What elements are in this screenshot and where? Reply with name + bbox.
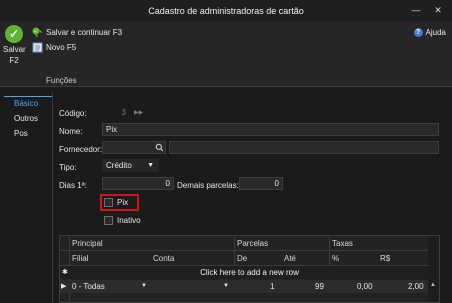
- table-row[interactable]: ▶ 0 - Todas ▼ ▼ 1 99 0,00 2,00: [60, 280, 439, 293]
- pix-checkbox-label: Pix: [117, 198, 129, 207]
- codigo-next-icon: ▶▶: [134, 110, 144, 116]
- ribbon-group-label: Funções: [46, 76, 77, 85]
- column-header-conta[interactable]: Conta: [153, 254, 174, 263]
- add-new-row-label: Click here to add a new row: [200, 268, 299, 277]
- group-header-taxas: Taxas: [332, 239, 353, 248]
- inativo-checkbox-label: Inativo: [117, 216, 141, 225]
- save-continue-label: Salvar e continuar F3: [46, 28, 123, 37]
- nav-item-outros[interactable]: Outros: [14, 114, 38, 123]
- pix-checkbox[interactable]: Pix: [104, 198, 128, 207]
- group-header-principal: Principal: [72, 239, 103, 248]
- tipo-label: Tipo:: [59, 163, 77, 172]
- fornecedor-description-field: [169, 141, 439, 154]
- group-divider-1: [234, 236, 235, 265]
- row-pointer-icon: ▶: [61, 283, 67, 290]
- conta-dropdown-icon[interactable]: ▼: [223, 283, 229, 289]
- cell-ate[interactable]: 99: [315, 282, 324, 291]
- inativo-checkbox-box[interactable]: [104, 216, 113, 225]
- new-row-indicator-icon: ✱: [62, 269, 68, 276]
- codigo-label: Código:: [59, 109, 87, 118]
- column-header-percent[interactable]: %: [332, 254, 339, 263]
- demais-parcelas-input[interactable]: 0: [239, 177, 283, 190]
- inativo-checkbox[interactable]: Inativo: [104, 216, 141, 225]
- nome-label: Nome:: [59, 127, 83, 136]
- help-icon: ?: [413, 28, 423, 37]
- cell-filial[interactable]: 0 - Todas: [72, 282, 105, 291]
- add-new-row[interactable]: ✱ Click here to add a new row: [60, 266, 439, 279]
- grid-scrollbar[interactable]: ▲: [428, 236, 439, 302]
- save-continue-icon: [32, 27, 43, 38]
- grid-header-divider: [60, 250, 429, 251]
- ribbon: ✓ Salvar F2 Salvar e continuar F3 Novo F…: [0, 22, 452, 87]
- side-nav: Básico Outros Pos: [0, 92, 52, 303]
- save-button[interactable]: ✓ Salvar F2: [3, 25, 26, 65]
- save-shortcut: F2: [9, 56, 19, 65]
- close-button[interactable]: ✕: [430, 3, 446, 17]
- demais-parcelas-label: Demais parcelas:: [177, 181, 239, 190]
- nav-item-basico[interactable]: Básico: [4, 96, 52, 108]
- column-header-de[interactable]: De: [237, 254, 247, 263]
- window-title: Cadastro de administradoras de cartão: [148, 6, 304, 16]
- column-header-ate[interactable]: Até: [284, 254, 296, 263]
- cell-de[interactable]: 1: [270, 282, 274, 291]
- cell-percent[interactable]: 0,00: [357, 282, 373, 291]
- tipo-select[interactable]: Crédito ▼: [102, 159, 159, 172]
- check-icon: ✓: [5, 25, 23, 43]
- new-label: Novo F5: [46, 43, 77, 52]
- chevron-down-icon: ▼: [147, 162, 154, 169]
- nav-divider: [52, 92, 53, 303]
- tipo-value: Crédito: [106, 161, 132, 170]
- new-button[interactable]: Novo F5: [32, 42, 76, 53]
- scroll-down-icon[interactable]: ▲: [430, 282, 436, 288]
- pix-checkbox-box[interactable]: [104, 198, 113, 207]
- search-icon[interactable]: [155, 143, 164, 152]
- column-header-filial[interactable]: Filial: [72, 254, 88, 263]
- minimize-button[interactable]: —: [408, 3, 424, 17]
- filial-grid: Principal Parcelas Taxas Filial Conta De…: [59, 235, 440, 303]
- group-divider-2: [329, 236, 330, 265]
- dias-label: Dias 1ª:: [59, 181, 87, 190]
- codigo-field: 3: [121, 108, 126, 117]
- group-header-parcelas: Parcelas: [237, 239, 269, 248]
- cell-rs[interactable]: 2,00: [408, 282, 424, 291]
- nav-item-pos[interactable]: Pos: [14, 129, 28, 138]
- new-document-icon: [32, 42, 43, 53]
- title-bar: Cadastro de administradoras de cartão — …: [0, 0, 452, 22]
- save-label: Salvar: [3, 45, 26, 54]
- help-button[interactable]: ? Ajuda: [413, 28, 446, 37]
- fornecedor-label: Fornecedor:: [59, 145, 103, 154]
- help-label: Ajuda: [425, 28, 446, 37]
- save-continue-button[interactable]: Salvar e continuar F3: [32, 27, 122, 38]
- filial-dropdown-icon[interactable]: ▼: [141, 283, 147, 289]
- nome-input[interactable]: Pix: [102, 123, 439, 136]
- column-header-rs[interactable]: R$: [380, 254, 390, 263]
- dias-input[interactable]: 0: [102, 177, 174, 190]
